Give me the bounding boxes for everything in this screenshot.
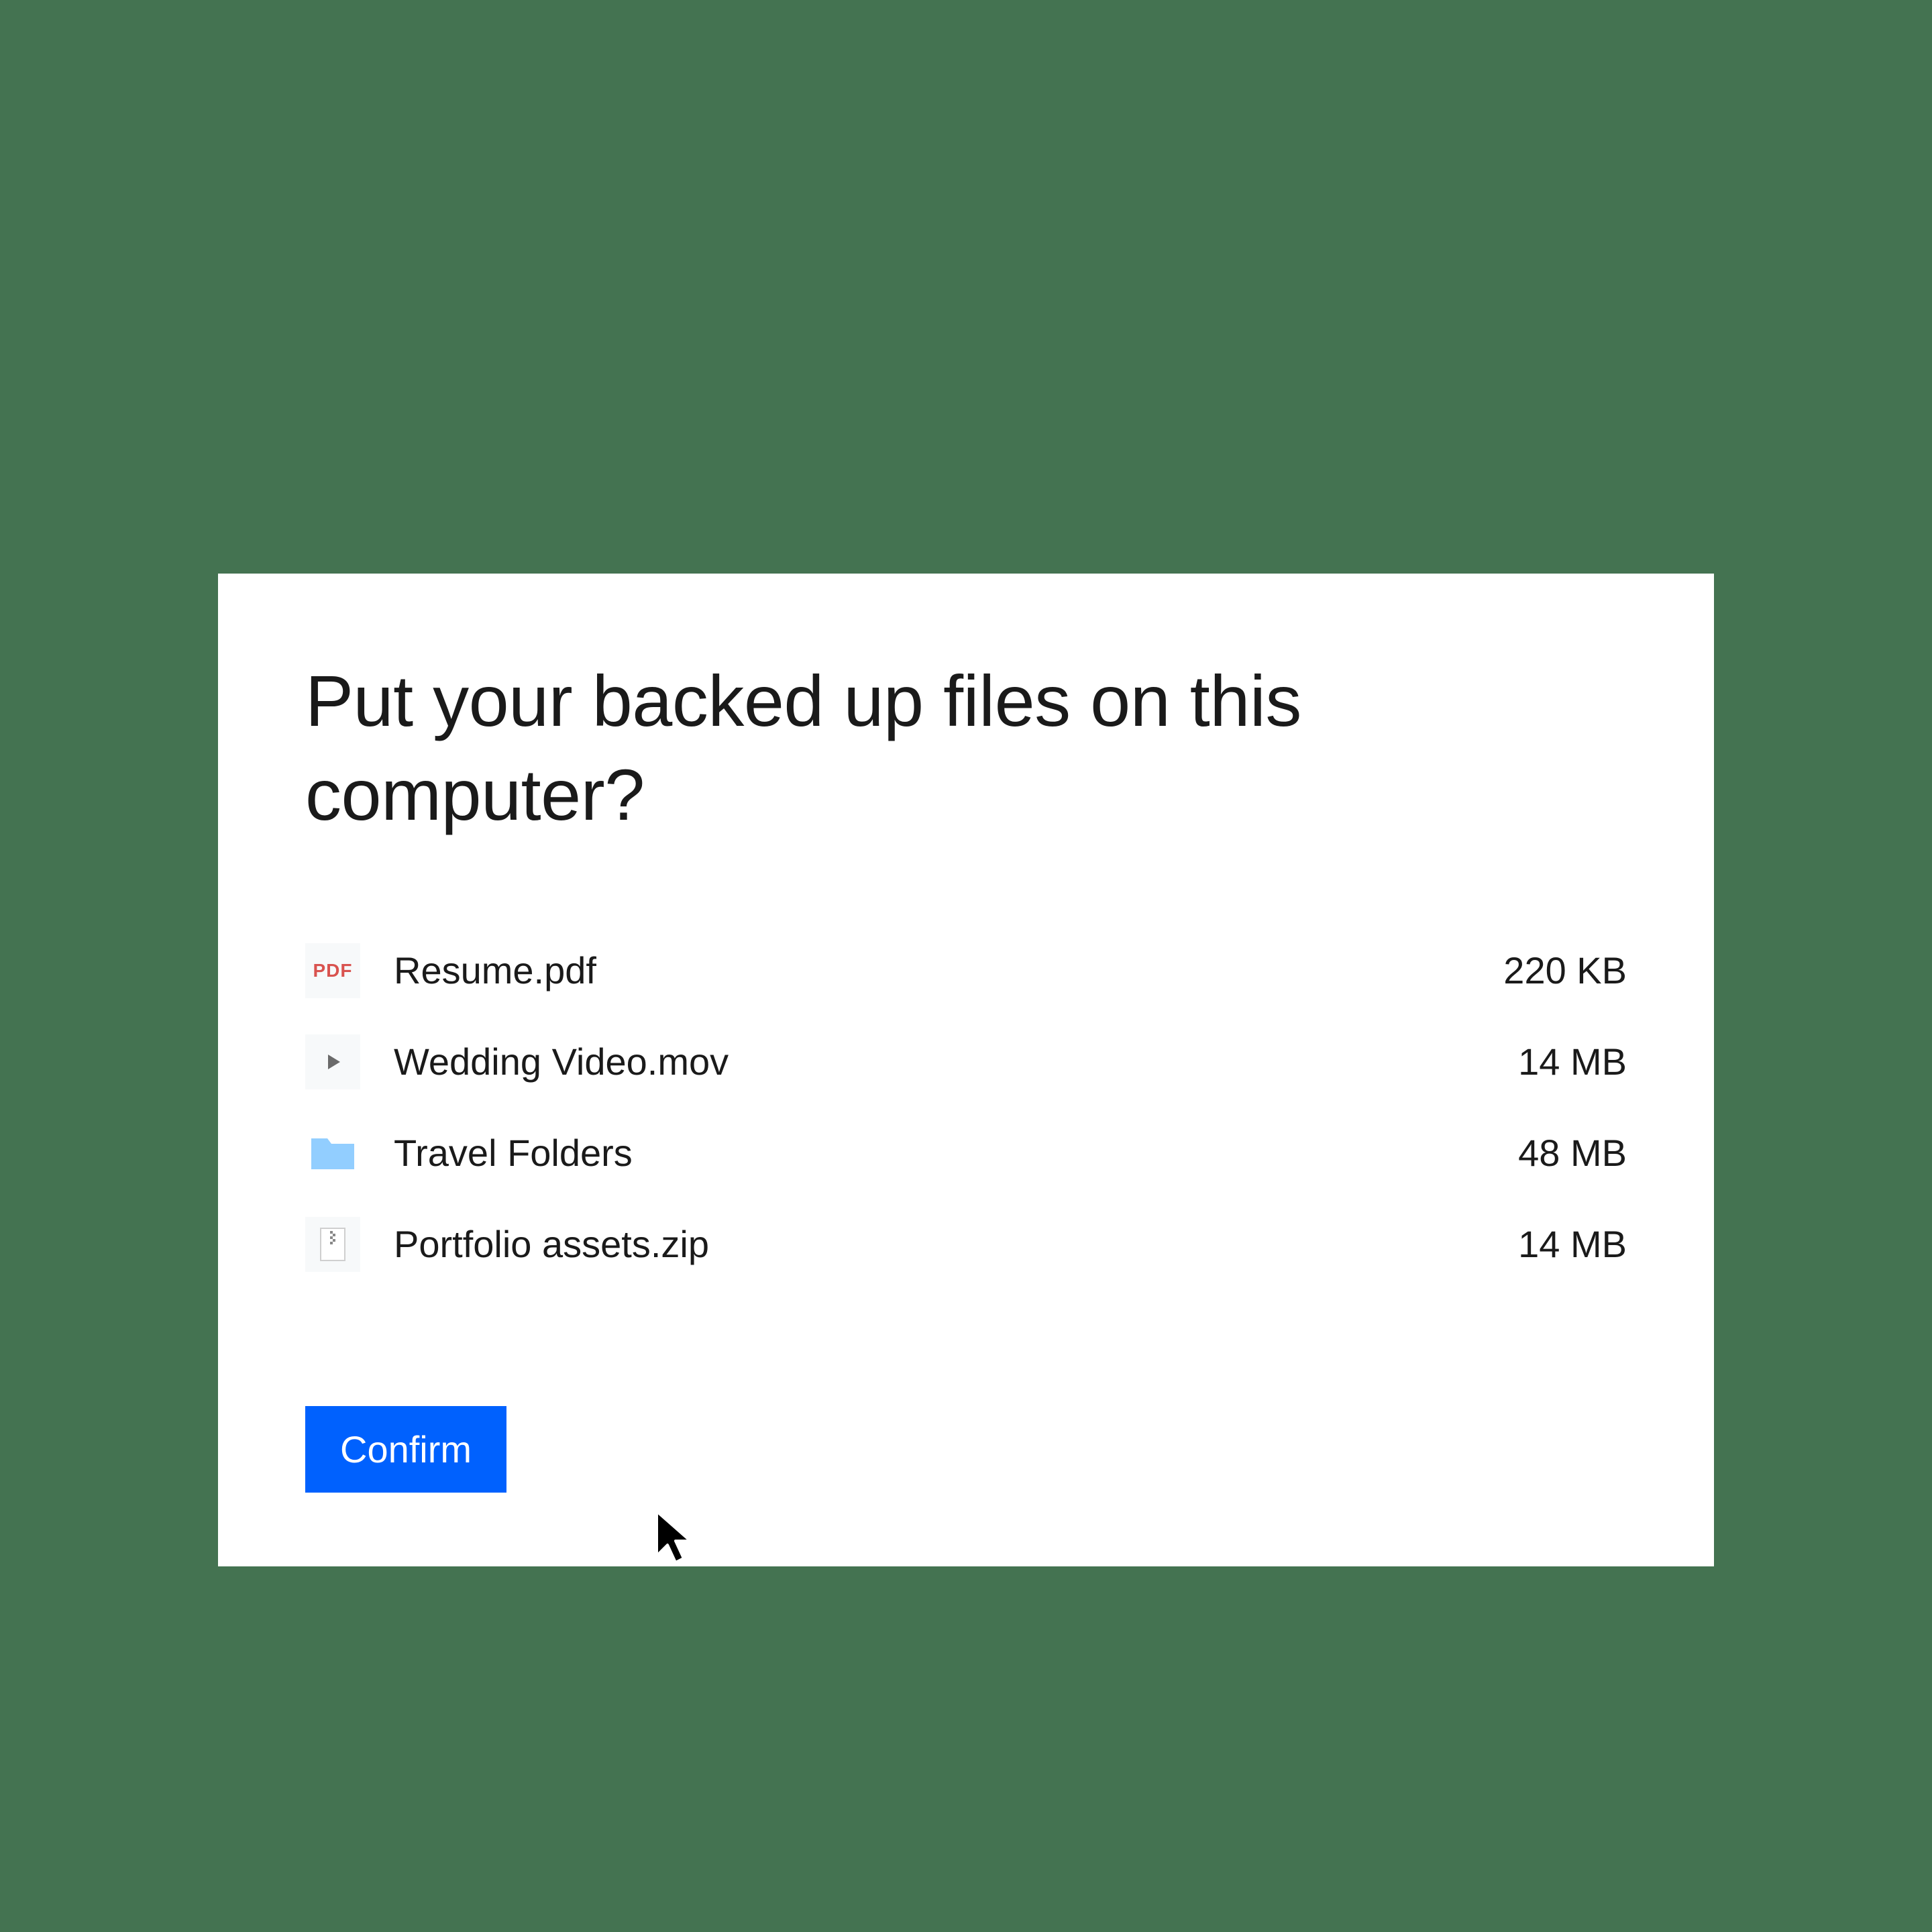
video-icon xyxy=(305,1034,360,1089)
file-row[interactable]: Travel Folders 48 MB xyxy=(305,1126,1627,1181)
file-size: 48 MB xyxy=(1518,1131,1627,1175)
zip-icon xyxy=(305,1217,360,1272)
confirm-button[interactable]: Confirm xyxy=(305,1406,506,1493)
file-row[interactable]: PDF Resume.pdf 220 KB xyxy=(305,943,1627,998)
restore-files-dialog: Put your backed up files on this compute… xyxy=(218,574,1714,1566)
file-list: PDF Resume.pdf 220 KB Wedding Video.mov … xyxy=(305,943,1627,1272)
folder-icon xyxy=(305,1126,360,1181)
file-size: 14 MB xyxy=(1518,1040,1627,1083)
pdf-icon: PDF xyxy=(305,943,360,998)
file-size: 14 MB xyxy=(1518,1222,1627,1266)
dialog-title: Put your backed up files on this compute… xyxy=(305,654,1627,843)
file-name: Wedding Video.mov xyxy=(394,1040,1485,1083)
file-row[interactable]: Portfolio assets.zip 14 MB xyxy=(305,1217,1627,1272)
file-name: Portfolio assets.zip xyxy=(394,1222,1485,1266)
file-name: Resume.pdf xyxy=(394,949,1470,992)
file-size: 220 KB xyxy=(1503,949,1627,992)
file-name: Travel Folders xyxy=(394,1131,1485,1175)
file-row[interactable]: Wedding Video.mov 14 MB xyxy=(305,1034,1627,1089)
